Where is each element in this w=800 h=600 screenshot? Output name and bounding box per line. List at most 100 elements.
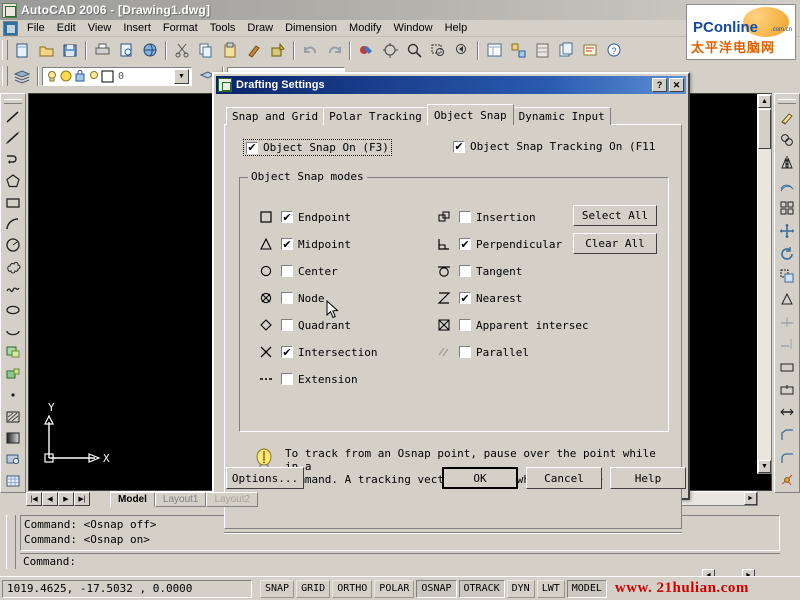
- line-icon[interactable]: [2, 107, 24, 127]
- tab-object-snap[interactable]: Object Snap: [426, 104, 514, 125]
- checkbox-box[interactable]: [459, 319, 471, 331]
- region-icon[interactable]: [2, 449, 24, 469]
- paste-icon[interactable]: [219, 39, 241, 61]
- snap-mode-insertion[interactable]: Insertion: [435, 209, 536, 225]
- menu-draw[interactable]: Draw: [241, 21, 279, 35]
- pan-icon[interactable]: [379, 39, 401, 61]
- snap-mode-intersection[interactable]: ✔ Intersection: [257, 344, 377, 360]
- copy-icon[interactable]: [195, 39, 217, 61]
- checkbox-box[interactable]: ✔: [459, 238, 471, 250]
- snap-mode-nearest[interactable]: ✔ Nearest: [435, 290, 522, 306]
- redo-icon[interactable]: [323, 39, 345, 61]
- toolbar-grip[interactable]: [2, 66, 8, 86]
- fillet-icon[interactable]: [776, 447, 798, 469]
- menu-format[interactable]: Format: [157, 21, 204, 35]
- status-model[interactable]: MODEL: [566, 579, 607, 598]
- zoom-window-icon[interactable]: [427, 39, 449, 61]
- dialog-close-button[interactable]: ✕: [669, 78, 684, 92]
- checkbox-box[interactable]: ✔: [459, 292, 471, 304]
- snap-mode-parallel[interactable]: Parallel: [435, 344, 529, 360]
- document-control-icon[interactable]: [3, 20, 18, 36]
- table-icon[interactable]: [2, 471, 24, 491]
- break-at-point-icon[interactable]: [776, 379, 798, 401]
- checkbox-box[interactable]: ✔: [246, 141, 258, 154]
- construction-line-icon[interactable]: [2, 128, 24, 148]
- designcenter-icon[interactable]: [507, 39, 529, 61]
- copy-object-icon[interactable]: [776, 130, 798, 152]
- status-lwt[interactable]: LWT: [536, 579, 565, 598]
- cancel-button[interactable]: Cancel: [526, 467, 602, 489]
- snap-mode-apparent-intersection[interactable]: Apparent intersec: [435, 317, 589, 333]
- snap-mode-extension[interactable]: Extension: [257, 371, 358, 387]
- ellipse-arc-icon[interactable]: [2, 321, 24, 341]
- point-icon[interactable]: [2, 385, 24, 405]
- open-icon[interactable]: [35, 39, 57, 61]
- tab-polar-tracking[interactable]: Polar Tracking: [323, 107, 428, 125]
- menu-insert[interactable]: Insert: [117, 21, 157, 35]
- scroll-up-button[interactable]: ▲: [758, 95, 771, 108]
- erase-icon[interactable]: [776, 107, 798, 129]
- snap-mode-perpendicular[interactable]: ✔ Perpendicular: [435, 236, 562, 252]
- snap-mode-tangent[interactable]: Tangent: [435, 263, 522, 279]
- plot-preview-icon[interactable]: [115, 39, 137, 61]
- tab-snap-and-grid[interactable]: Snap and Grid: [226, 107, 325, 125]
- arc-icon[interactable]: [2, 214, 24, 234]
- rectangle-icon[interactable]: [2, 192, 24, 212]
- sheet-set-icon[interactable]: [555, 39, 577, 61]
- options-button[interactable]: Options...: [226, 467, 304, 489]
- menu-help[interactable]: Help: [439, 21, 474, 35]
- checkbox-box[interactable]: ✔: [453, 140, 465, 153]
- spline-icon[interactable]: [2, 278, 24, 298]
- coordinate-display[interactable]: 1019.4625, -17.5032 , 0.0000: [2, 579, 252, 598]
- extend-icon[interactable]: [776, 334, 798, 356]
- gradient-icon[interactable]: [2, 428, 24, 448]
- tab-dynamic-input[interactable]: Dynamic Input: [512, 107, 611, 125]
- menu-edit[interactable]: Edit: [51, 21, 82, 35]
- checkbox-box[interactable]: [459, 346, 471, 358]
- select-all-button[interactable]: Select All: [573, 205, 657, 226]
- explode-icon[interactable]: [776, 469, 798, 491]
- ellipse-icon[interactable]: [2, 299, 24, 319]
- rotate-icon[interactable]: [776, 243, 798, 265]
- menu-file[interactable]: File: [21, 21, 51, 35]
- snap-mode-center[interactable]: Center: [257, 263, 338, 279]
- checkbox-box[interactable]: [459, 211, 471, 223]
- ok-button[interactable]: OK: [442, 467, 518, 489]
- array-icon[interactable]: [776, 198, 798, 220]
- layer-properties-icon[interactable]: [11, 65, 33, 87]
- command-input-line[interactable]: Command:: [20, 553, 780, 569]
- menu-modify[interactable]: Modify: [343, 21, 387, 35]
- new-icon[interactable]: [11, 39, 33, 61]
- insert-hyperlink-icon[interactable]: [355, 39, 377, 61]
- help-icon[interactable]: ?: [603, 39, 625, 61]
- offset-icon[interactable]: [776, 175, 798, 197]
- chamfer-icon[interactable]: [776, 424, 798, 446]
- join-icon[interactable]: [776, 401, 798, 423]
- checkbox-box[interactable]: ✔: [281, 238, 293, 250]
- menu-window[interactable]: Window: [387, 21, 438, 35]
- block-editor-icon[interactable]: [267, 39, 289, 61]
- status-osnap[interactable]: OSNAP: [416, 579, 457, 598]
- status-otrack[interactable]: OTRACK: [458, 579, 505, 598]
- move-icon[interactable]: [776, 220, 798, 242]
- insert-block-icon[interactable]: [2, 342, 24, 362]
- checkbox-box[interactable]: [281, 319, 293, 331]
- save-icon[interactable]: [59, 39, 81, 61]
- status-snap[interactable]: SNAP: [260, 579, 295, 598]
- polygon-icon[interactable]: [2, 171, 24, 191]
- object-snap-tracking-on-checkbox[interactable]: ✔ Object Snap Tracking On (F11: [453, 140, 655, 153]
- chevron-down-icon[interactable]: ▼: [174, 68, 189, 84]
- cut-icon[interactable]: [171, 39, 193, 61]
- checkbox-box[interactable]: ✔: [281, 346, 293, 358]
- trim-icon[interactable]: [776, 311, 798, 333]
- clear-all-button[interactable]: Clear All: [573, 233, 657, 254]
- menu-view[interactable]: View: [82, 21, 118, 35]
- toolbar-grip[interactable]: [778, 99, 796, 104]
- dialog-help-button[interactable]: ?: [652, 78, 667, 92]
- mirror-icon[interactable]: [776, 152, 798, 174]
- scroll-down-button[interactable]: ▼: [758, 460, 771, 473]
- undo-icon[interactable]: [299, 39, 321, 61]
- properties-icon[interactable]: [483, 39, 505, 61]
- checkbox-box[interactable]: [459, 265, 471, 277]
- checkbox-box[interactable]: ✔: [281, 211, 293, 223]
